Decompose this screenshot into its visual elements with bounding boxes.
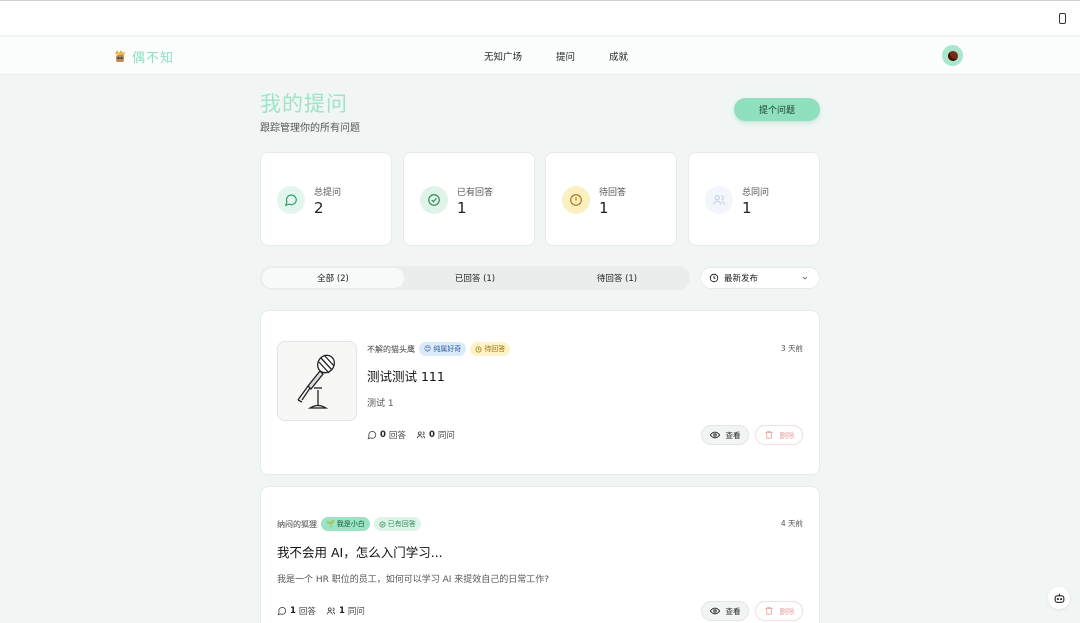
answer-count-label: 回答 [298,607,316,617]
status-label: 待回答 [484,345,506,353]
same-count: 0 同问 [416,429,455,441]
question-title[interactable]: 我不会用 AI，怎么入门学习... [277,542,443,561]
page-subtitle: 跟踪管理你的所有问题 [260,123,360,134]
same-count: 1 同问 [326,605,365,617]
same-count-label: 同问 [347,607,365,617]
tag-badge: 🌱 我是小白 [321,517,370,531]
question-stats: 1 回答 1 同问 [277,605,375,617]
tag-label: 纯属好奇 [433,345,462,353]
question-card[interactable]: 不解的猫头鹰 😊 纯属好奇 待回答 3 天前 测试测试 111 测试 1 0 回答 … [260,310,820,475]
delete-button-label: 删除 [779,606,795,616]
trash-icon [764,430,774,440]
check-circle-icon [379,521,386,527]
question-time: 4 天前 [780,519,803,528]
stat-label: 总同问 [742,188,770,198]
tab-answered[interactable]: 已回答 (1) [404,268,546,288]
view-button-label: 查看 [725,430,741,440]
logo-text: 偶不知 [132,50,175,66]
stat-card-same: 总同问 1 [688,152,820,246]
status-badge: 已有回答 [373,517,421,531]
tab-pending[interactable]: 待回答 (1) [546,268,688,288]
message-circle-icon [277,607,287,616]
tag-label: 我是小白 [336,520,365,528]
assistant-bot-button[interactable] [1048,587,1070,609]
question-thumbnail [277,341,357,421]
delete-button[interactable]: 删除 [755,601,803,621]
status-label: 已有回答 [387,520,416,528]
user-avatar[interactable] [942,45,963,66]
page-title: 我的提问 [260,92,348,116]
answer-count: 1 回答 [277,605,316,617]
logo-mascot-icon [115,50,125,62]
smile-emoji-icon: 😊 [424,345,432,353]
stat-label: 总提问 [314,188,342,198]
delete-button-label: 删除 [779,430,795,440]
users-icon [416,431,426,439]
avatar-image [947,50,958,61]
sprout-emoji-icon: 🌱 [326,520,335,528]
same-count-value: 0 [428,430,435,440]
status-badge: 待回答 [470,342,511,356]
question-author: 不解的猫头鹰 [367,344,415,354]
stat-label: 已有回答 [457,188,494,198]
sort-select[interactable]: 最新发布 [700,267,820,289]
eye-icon [709,430,720,440]
stat-value: 1 [742,199,752,217]
question-meta: 不解的猫头鹰 😊 纯属好奇 待回答 [367,342,514,356]
microphone-sketch-image [297,354,335,409]
robot-icon [1054,593,1064,603]
stat-value: 1 [599,199,609,217]
top-navbar: 偶不知 无知广场 提问 成就 [0,37,1080,75]
question-author: 纳闷的狐狸 [277,519,317,529]
question-desc: 测试 1 [367,399,394,409]
question-desc: 我是一个 HR 职位的员工，如何可以学习 AI 来提效自己的日常工作? [277,575,550,585]
trash-icon [764,606,774,616]
ask-question-button[interactable]: 提个问题 [734,98,820,121]
nav-links: 无知广场 提问 成就 [484,49,662,63]
question-card[interactable]: 纳闷的狐狸 🌱 我是小白 已有回答 4 天前 我不会用 AI，怎么入门学习... … [260,486,820,623]
question-stats: 0 回答 0 同问 [367,429,465,441]
answer-count: 0 回答 [367,429,406,441]
nav-link-achievement[interactable]: 成就 [609,49,628,63]
answer-count-value: 0 [380,430,386,440]
logo[interactable]: 偶不知 [112,47,175,66]
same-count-label: 同问 [437,431,455,441]
chevron-down-icon [802,276,808,280]
stat-card-answered: 已有回答 1 [403,152,535,246]
stat-card-pending: 待回答 1 [545,152,677,246]
view-button[interactable]: 查看 [701,425,749,445]
tab-all[interactable]: 全部 (2) [262,268,404,288]
filter-tabs: 全部 (2) 已回答 (1) 待回答 (1) [260,266,690,290]
nav-link-ask[interactable]: 提问 [556,49,575,63]
view-button[interactable]: 查看 [701,601,749,621]
stat-value: 2 [314,199,324,217]
same-count-value: 1 [338,606,345,616]
clock-icon [475,346,482,352]
question-time: 3 天前 [780,344,803,353]
stat-value: 1 [457,199,467,217]
users-icon [326,607,336,615]
question-title[interactable]: 测试测试 111 [367,366,445,385]
answer-count-value: 1 [290,606,296,616]
tag-badge: 😊 纯属好奇 [419,342,467,356]
extension-icon[interactable] [1059,13,1066,24]
browser-toolbar [0,0,1080,36]
check-circle-icon [420,186,448,214]
message-circle-icon [277,186,305,214]
answer-count-label: 回答 [388,431,406,441]
sort-label: 最新发布 [724,274,759,284]
stat-label: 待回答 [599,188,627,198]
users-icon [705,186,733,214]
eye-icon [709,606,720,616]
stat-card-total: 总提问 2 [260,152,392,246]
nav-link-square[interactable]: 无知广场 [484,49,522,63]
view-button-label: 查看 [725,606,741,616]
alert-circle-icon [562,186,590,214]
question-meta: 纳闷的狐狸 🌱 我是小白 已有回答 [277,517,425,531]
clock-icon [709,273,719,283]
delete-button[interactable]: 删除 [755,425,803,445]
message-circle-icon [367,431,377,440]
